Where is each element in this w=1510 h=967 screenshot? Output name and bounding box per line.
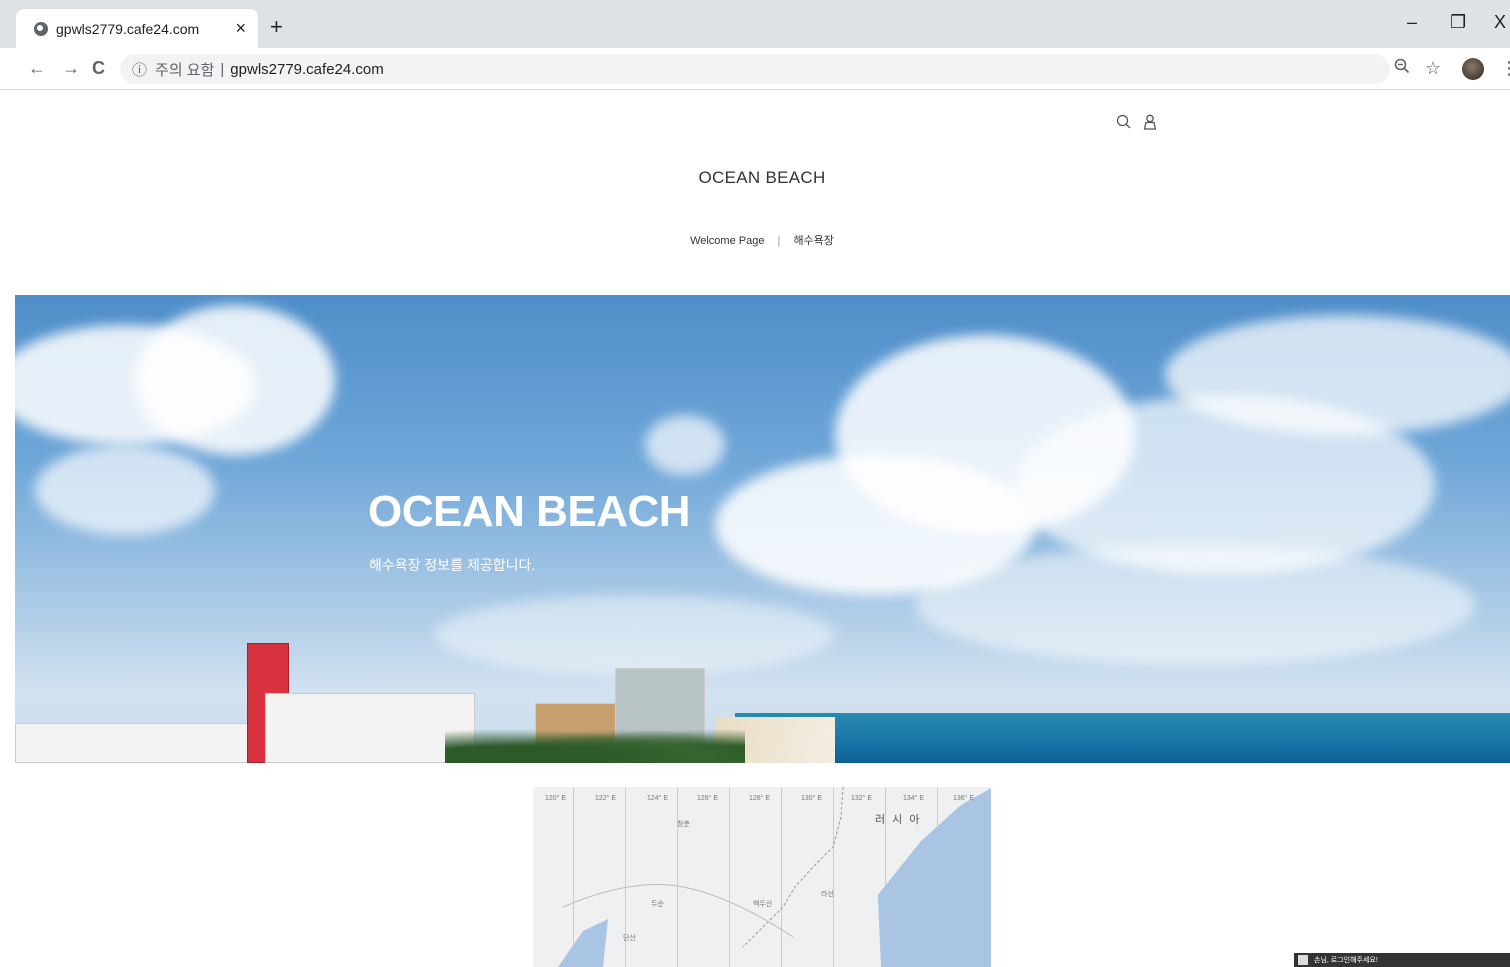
map-place-label: 백두산 — [753, 901, 773, 908]
minimize-button[interactable]: – — [1407, 12, 1417, 33]
map-place-label: 창춘 — [677, 821, 690, 828]
chat-icon — [1298, 955, 1308, 965]
lon-label-6: 130° E — [801, 795, 823, 802]
chat-widget[interactable]: 손님, 로그인해주세요! — [1294, 953, 1510, 967]
map-place-label: 라선 — [821, 891, 834, 898]
lon-label-5: 128° E — [749, 795, 771, 802]
bookmark-star-icon[interactable]: ☆ — [1425, 58, 1441, 79]
region-map[interactable]: 120° E 122° E 124° E 126° E 128° E 130° … — [533, 787, 991, 967]
menu-icon[interactable]: ⋮ — [1500, 58, 1510, 79]
map-country-label: 러 시 아 — [875, 814, 922, 826]
info-icon[interactable]: ⓘ — [132, 59, 147, 80]
lon-label-9: 136° E — [953, 795, 975, 802]
header-icons — [1116, 114, 1157, 135]
sea — [735, 713, 1510, 763]
security-label: 주의 요함 — [155, 61, 215, 79]
address-bar[interactable]: ⓘ 주의 요함 | gpwls2779.cafe24.com — [120, 54, 1390, 84]
hero-title: OCEAN BEACH — [368, 487, 691, 536]
window-close-button[interactable]: X — [1494, 12, 1506, 33]
map-place-label: 두순 — [651, 901, 664, 908]
sub-navigation: Welcome Page | 해수욕장 — [0, 232, 1510, 248]
nav-separator: | — [777, 235, 781, 247]
search-icon[interactable] — [1116, 114, 1137, 134]
tab-close-button[interactable]: × — [235, 18, 246, 39]
url-text[interactable]: gpwls2779.cafe24.com — [230, 61, 383, 78]
omnibox-separator: | — [220, 60, 225, 78]
nav-welcome-page[interactable]: Welcome Page — [690, 235, 764, 247]
site-title[interactable]: OCEAN BEACH — [0, 168, 1510, 188]
lon-label-4: 126° E — [697, 795, 719, 802]
lon-label-7: 132° E — [851, 795, 873, 802]
back-button[interactable]: ← — [28, 58, 46, 79]
hero-banner: OCEAN BEACH 해수욕장 정보를 제공합니다. — [15, 295, 1510, 763]
lon-label-8: 134° E — [903, 795, 925, 802]
globe-icon — [34, 21, 48, 36]
profile-avatar[interactable] — [1462, 58, 1484, 80]
tab-title: gpwls2779.cafe24.com — [56, 20, 200, 37]
forward-button[interactable]: → — [62, 58, 80, 79]
browser-tab[interactable]: gpwls2779.cafe24.com × — [16, 9, 258, 48]
map-place-label: 단산 — [623, 935, 636, 942]
lon-label-3: 124° E — [647, 795, 669, 802]
user-icon[interactable] — [1143, 114, 1157, 134]
hero-subtitle: 해수욕장 정보를 제공합니다. — [369, 557, 536, 573]
new-tab-button[interactable]: + — [270, 14, 283, 40]
browser-toolbar: ← → C ⓘ 주의 요함 | gpwls2779.cafe24.com ☆ ⋮ — [0, 48, 1510, 90]
nav-beach[interactable]: 해수욕장 — [793, 235, 833, 247]
reload-button[interactable]: C — [92, 58, 105, 79]
browser-tab-bar: gpwls2779.cafe24.com × + – ❐ X — [0, 0, 1510, 48]
lon-label-1: 120° E — [545, 795, 567, 802]
chat-label: 손님, 로그인해주세요! — [1314, 957, 1378, 964]
lon-label-2: 122° E — [595, 795, 617, 802]
zoom-icon[interactable] — [1394, 58, 1410, 79]
restore-button[interactable]: ❐ — [1450, 12, 1466, 33]
